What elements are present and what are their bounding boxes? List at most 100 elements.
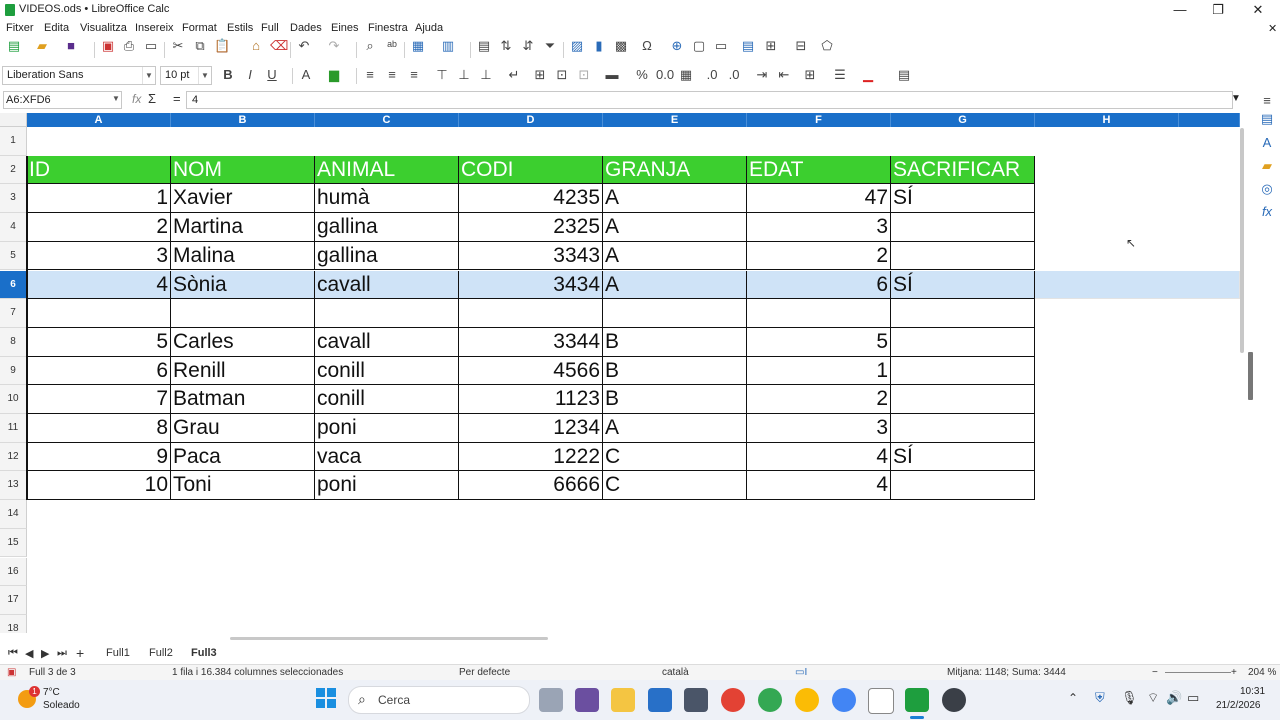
- spreadsheet-grid[interactable]: ABCDEFGH 1 2 3 4 5 6 7 8 9 10 11 12 13 14 15 16 17 18 ID N…: [0, 113, 1240, 633]
- column-header-c[interactable]: C: [315, 113, 459, 127]
- clear-formatting-icon[interactable]: ⌫: [270, 38, 288, 54]
- table-cell[interactable]: [891, 241, 1035, 271]
- table-cell[interactable]: 6666: [459, 471, 603, 501]
- row-header-1[interactable]: 1: [0, 127, 27, 156]
- column-header-g[interactable]: G: [891, 113, 1035, 127]
- menu-finestra[interactable]: Finestra: [368, 22, 408, 34]
- table-cell[interactable]: 47: [747, 184, 891, 214]
- column-header-e[interactable]: E: [603, 113, 747, 127]
- books-app-icon[interactable]: [575, 688, 599, 712]
- add-sheet-button[interactable]: +: [76, 645, 84, 661]
- table-header-cell[interactable]: ID: [27, 155, 171, 185]
- zoom-level[interactable]: 204 %: [1248, 667, 1276, 678]
- first-sheet-icon[interactable]: ⏮: [8, 647, 18, 660]
- table-cell[interactable]: Paca: [171, 442, 315, 472]
- table-cell[interactable]: cavall: [315, 270, 459, 300]
- table-cell[interactable]: 2: [747, 385, 891, 414]
- table-cell[interactable]: SÍ: [891, 442, 1035, 472]
- table-cell[interactable]: [603, 299, 747, 328]
- chrome-profile3-icon[interactable]: [832, 688, 856, 712]
- copy-icon[interactable]: ⧉: [192, 38, 208, 54]
- table-cell[interactable]: Renill: [171, 356, 315, 386]
- menu-estils[interactable]: Estils: [227, 22, 253, 34]
- align-center-icon[interactable]: ≡: [384, 67, 400, 83]
- gallery-icon[interactable]: ▰: [1259, 158, 1275, 174]
- conditional-format-icon[interactable]: ▤: [896, 67, 912, 83]
- table-cell[interactable]: 4235: [459, 184, 603, 214]
- insert-image-icon[interactable]: ▨: [569, 38, 585, 54]
- font-name-combo[interactable]: Liberation Sans ▼: [2, 66, 156, 85]
- table-cell[interactable]: 1123: [459, 385, 603, 414]
- table-cell[interactable]: 1: [27, 184, 171, 214]
- app-icon[interactable]: [684, 688, 708, 712]
- obs-icon[interactable]: [942, 688, 966, 712]
- row-header-9[interactable]: 9: [0, 356, 27, 386]
- table-cell[interactable]: 1234: [459, 414, 603, 443]
- table-header-cell[interactable]: SACRIFICAR: [891, 155, 1035, 185]
- table-cell[interactable]: A: [603, 184, 747, 214]
- select-all-corner[interactable]: [0, 113, 27, 127]
- sum-display[interactable]: Mitjana: 1148; Suma: 3444: [947, 667, 1066, 678]
- row-header-12[interactable]: 12: [0, 442, 27, 472]
- table-cell[interactable]: 5: [27, 327, 171, 357]
- hyperlink-icon[interactable]: ⊕: [669, 38, 685, 54]
- table-cell[interactable]: 6: [27, 356, 171, 386]
- functions-icon[interactable]: fx: [1259, 204, 1275, 220]
- paste-icon[interactable]: 📋: [214, 38, 230, 54]
- table-cell[interactable]: 9: [27, 442, 171, 472]
- borders-icon[interactable]: ⊞: [802, 67, 818, 83]
- split-window-icon[interactable]: ⊟: [793, 38, 809, 54]
- menu-edita[interactable]: Edita: [44, 22, 69, 34]
- table-cell[interactable]: [891, 385, 1035, 414]
- show-draw-functions-icon[interactable]: ⬠: [819, 38, 835, 54]
- microphone-icon[interactable]: 🎙: [1121, 690, 1138, 706]
- table-cell[interactable]: 4566: [459, 356, 603, 386]
- function-wizard-icon[interactable]: fx: [132, 92, 141, 106]
- zoom-in-icon[interactable]: +: [1231, 667, 1237, 678]
- merge-center-icon[interactable]: ⊞: [532, 67, 548, 83]
- table-cell[interactable]: B: [603, 356, 747, 386]
- table-cell[interactable]: SÍ: [891, 270, 1035, 300]
- bold-icon[interactable]: B: [220, 67, 236, 83]
- row-header-3[interactable]: 3: [0, 184, 27, 214]
- chrome-icon[interactable]: [721, 688, 745, 712]
- table-cell[interactable]: [891, 356, 1035, 386]
- table-cell[interactable]: Grau: [171, 414, 315, 443]
- column-header-f[interactable]: F: [747, 113, 891, 127]
- table-cell[interactable]: SÍ: [891, 184, 1035, 214]
- wrap-text-icon[interactable]: ↵: [506, 67, 522, 83]
- table-cell[interactable]: cavall: [315, 327, 459, 357]
- find-replace-icon[interactable]: ⌕: [362, 38, 378, 54]
- horizontal-scrollbar[interactable]: [230, 637, 548, 640]
- defender-icon[interactable]: ⛨: [1095, 690, 1105, 706]
- sidebar-toggle-handle[interactable]: [1248, 352, 1253, 400]
- decrease-indent-icon[interactable]: ⇤: [776, 67, 792, 83]
- table-cell[interactable]: A: [603, 270, 747, 300]
- vertical-scrollbar[interactable]: [1240, 128, 1244, 353]
- volume-icon[interactable]: 🔊: [1166, 690, 1182, 706]
- table-cell[interactable]: Carles: [171, 327, 315, 357]
- table-header-cell[interactable]: GRANJA: [603, 155, 747, 185]
- language[interactable]: català: [662, 667, 689, 678]
- row-header-17[interactable]: 17: [0, 586, 27, 615]
- row-header-15[interactable]: 15: [0, 528, 27, 558]
- table-cell[interactable]: 3: [27, 241, 171, 271]
- weather-desc[interactable]: Soleado: [43, 700, 80, 711]
- sum-icon[interactable]: Σ: [148, 91, 156, 106]
- table-cell[interactable]: 2: [27, 213, 171, 242]
- menu-format[interactable]: Format: [182, 22, 217, 34]
- column-header-h[interactable]: H: [1035, 113, 1179, 127]
- previous-sheet-icon[interactable]: ◀: [25, 647, 33, 660]
- clock-date[interactable]: 21/2/2026: [1216, 700, 1261, 711]
- table-header-cell[interactable]: CODI: [459, 155, 603, 185]
- menu-fitxer[interactable]: Fitxer: [6, 22, 34, 34]
- merge-cells-icon[interactable]: ⊡: [554, 67, 570, 83]
- date-format-icon[interactable]: ▦: [678, 67, 694, 83]
- last-sheet-icon[interactable]: ⏭: [57, 647, 67, 660]
- table-cell[interactable]: A: [603, 414, 747, 443]
- name-box[interactable]: A6:XFD6: [3, 91, 122, 109]
- next-sheet-icon[interactable]: ▶: [41, 647, 49, 660]
- table-cell[interactable]: 7: [27, 385, 171, 414]
- sort-descending-icon[interactable]: ⇵: [520, 38, 536, 54]
- table-cell[interactable]: 6: [747, 270, 891, 300]
